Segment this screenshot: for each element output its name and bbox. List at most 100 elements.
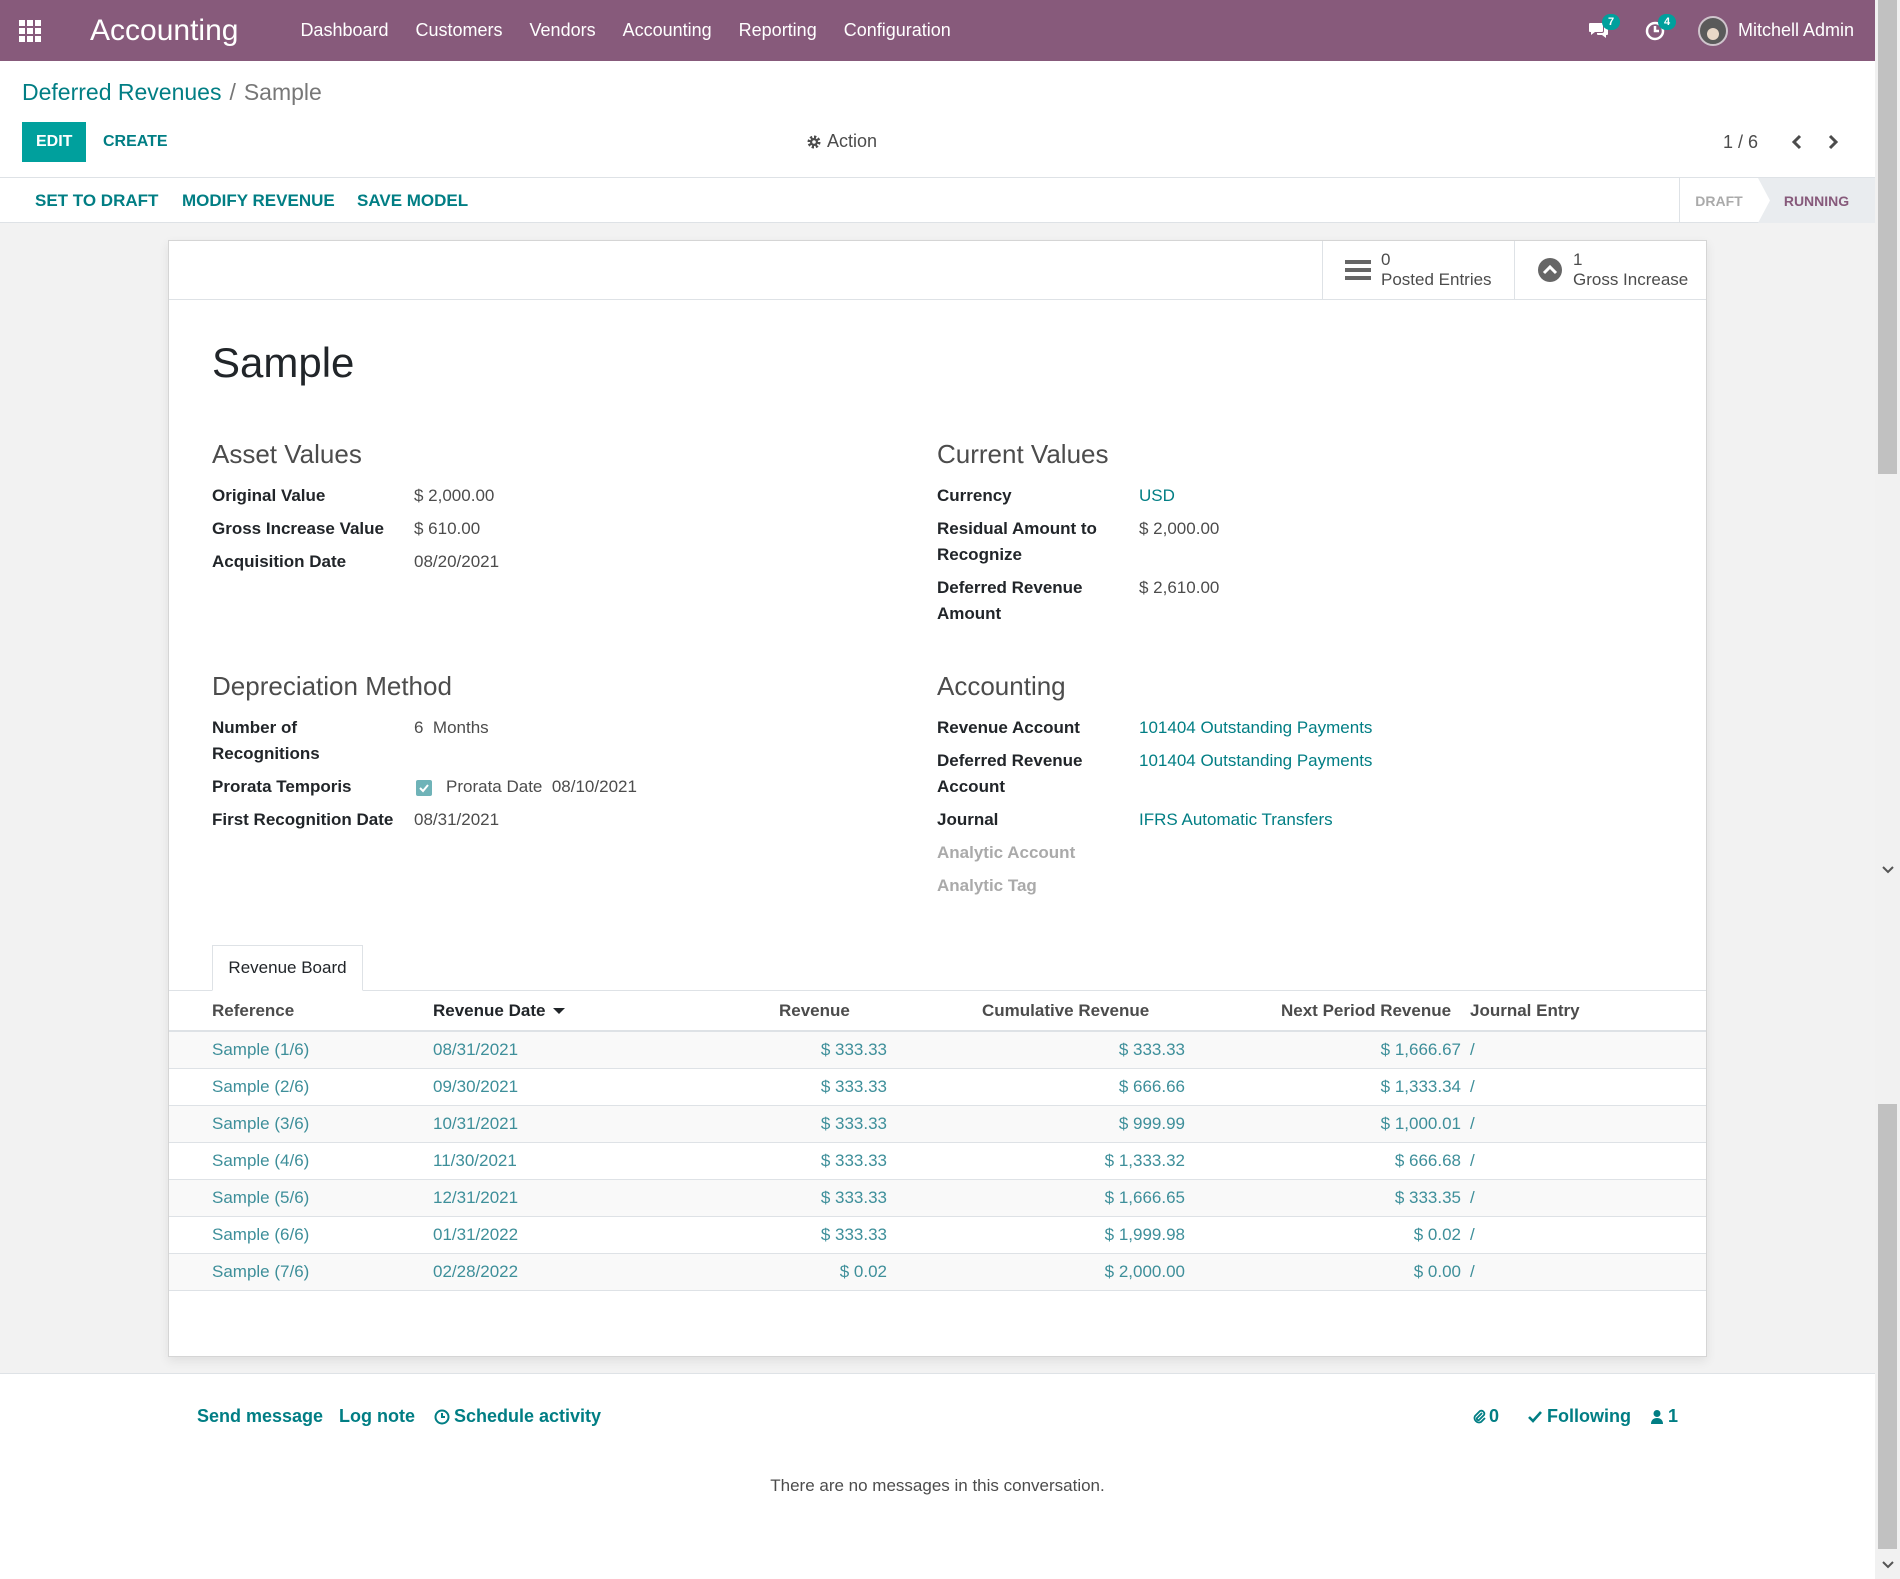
apps-menu-icon[interactable]	[0, 0, 60, 61]
currency-label: Currency	[937, 486, 1012, 505]
cell-reference: Sample (3/6)	[212, 1114, 310, 1133]
deferred-revenue-amount-label-line2: Amount	[937, 604, 1002, 623]
following-label: Following	[1547, 1406, 1631, 1426]
followers-count: 1	[1668, 1406, 1679, 1426]
send-message-button[interactable]: Send message	[197, 1406, 323, 1427]
chevron-right-icon	[1828, 134, 1839, 150]
cell-revenue: $ 333.33	[820, 1114, 887, 1133]
revenue-account-label: Revenue Account	[937, 718, 1080, 737]
table-row[interactable]: Sample (4/6) 11/30/2021 $ 333.33 $ 1,333.32…	[169, 1143, 1706, 1180]
column-header-next-period-revenue[interactable]: Next Period Revenue	[1281, 1001, 1451, 1021]
menu-item-accounting[interactable]: Accounting	[623, 20, 712, 41]
pager-previous-button[interactable]	[1783, 127, 1811, 157]
column-header-revenue-date[interactable]: Revenue Date	[433, 1001, 566, 1021]
activity-menu[interactable]: 4	[1642, 13, 1677, 44]
residual-amount: $ 2,000.00	[1139, 519, 1220, 538]
posted-entries-count: 0	[1381, 250, 1391, 269]
column-header-reference[interactable]: Reference	[212, 1001, 294, 1021]
user-avatar[interactable]	[1697, 15, 1728, 46]
cell-next-period-revenue: $ 1,000.01	[1380, 1114, 1461, 1133]
chevron-down-icon	[1882, 1561, 1894, 1569]
gross-increase-button[interactable]: 1 Gross Increase	[1514, 241, 1706, 299]
cell-journal-entry: /	[1470, 1040, 1475, 1059]
cell-cumulative-revenue: $ 1,333.32	[1104, 1151, 1185, 1170]
log-note-button[interactable]: Log note	[339, 1406, 415, 1427]
attachments-button[interactable]: 0	[1472, 1406, 1499, 1427]
cell-revenue-date: 02/28/2022	[433, 1262, 519, 1281]
action-dropdown[interactable]: Action	[806, 131, 877, 152]
status-running[interactable]: RUNNING	[1758, 178, 1875, 223]
app-brand[interactable]: Accounting	[90, 14, 238, 48]
breadcrumb-parent-link[interactable]: Deferred Revenues	[22, 79, 221, 105]
scrollbar-thumb[interactable]	[1878, 0, 1897, 474]
followers-button[interactable]: 1	[1650, 1406, 1678, 1427]
table-row[interactable]: Sample (3/6) 10/31/2021 $ 333.33 $ 999.99 $ …	[169, 1106, 1706, 1143]
cell-revenue: $ 333.33	[820, 1151, 887, 1170]
edit-button[interactable]: EDIT	[22, 122, 87, 162]
cell-next-period-revenue: $ 0.02	[1413, 1225, 1461, 1244]
gross-increase-value-label: Gross Increase Value	[212, 519, 384, 538]
smart-button-box: 0 Posted Entries 1 Gross Increase	[169, 241, 1706, 300]
gear-icon	[807, 135, 821, 148]
residual-amount-label: Residual Amount to Recognize	[937, 516, 1097, 568]
cell-journal-entry: /	[1470, 1114, 1475, 1133]
pager-value[interactable]: 1 / 6	[1723, 132, 1758, 153]
menu-item-vendors[interactable]: Vendors	[530, 20, 596, 41]
cell-journal-entry: /	[1470, 1225, 1475, 1244]
cell-reference: Sample (1/6)	[212, 1040, 310, 1059]
table-row[interactable]: Sample (1/6) 08/31/2021 $ 333.33 $ 333.33 $ …	[169, 1032, 1706, 1069]
recognitions-unit: Months	[432, 718, 489, 737]
column-header-revenue-date-label: Revenue Date	[433, 1001, 546, 1020]
scroll-bottom-arrow[interactable]	[1880, 1557, 1896, 1573]
gross-increase-value: $ 610.00	[414, 519, 481, 538]
attachments-count: 0	[1489, 1406, 1500, 1426]
residual-amount-label-line2: Recognize	[937, 545, 1023, 564]
cell-reference: Sample (5/6)	[212, 1188, 310, 1207]
status-draft[interactable]: DRAFT	[1679, 178, 1758, 223]
messaging-menu[interactable]: 7	[1586, 13, 1621, 44]
cell-next-period-revenue: $ 666.68	[1394, 1151, 1461, 1170]
record-title[interactable]: Sample	[212, 339, 354, 387]
scrollbar-thumb-lower[interactable]	[1878, 1104, 1897, 1549]
create-button[interactable]: CREATE	[103, 122, 168, 162]
original-value: $ 2,000.00	[414, 486, 495, 505]
clock-icon	[434, 1409, 450, 1424]
user-name[interactable]: Mitchell Admin	[1738, 20, 1854, 41]
revenue-account-link[interactable]: 101404 Outstanding Payments	[1139, 715, 1372, 741]
pager-next-button[interactable]	[1819, 127, 1847, 157]
table-row[interactable]: Sample (7/6) 02/28/2022 $ 0.02 $ 2,000.00 $ …	[169, 1254, 1706, 1291]
cell-revenue: $ 333.33	[820, 1077, 887, 1096]
residual-amount-label-line1: Residual Amount to	[937, 519, 1097, 538]
column-header-revenue[interactable]: Revenue	[779, 1001, 850, 1021]
table-row[interactable]: Sample (5/6) 12/31/2021 $ 333.33 $ 1,666.65…	[169, 1180, 1706, 1217]
deferred-revenue-amount-label: Deferred Revenue Amount	[937, 575, 1083, 627]
schedule-activity-button[interactable]: Schedule activity	[434, 1406, 601, 1427]
deferred-revenue-amount: $ 2,610.00	[1139, 578, 1220, 597]
scroll-down-arrow[interactable]	[1880, 862, 1896, 878]
deferred-revenue-account-link[interactable]: 101404 Outstanding Payments	[1139, 748, 1372, 774]
menu-item-dashboard[interactable]: Dashboard	[300, 20, 388, 41]
table-row[interactable]: Sample (2/6) 09/30/2021 $ 333.33 $ 666.66 $ …	[169, 1069, 1706, 1106]
journal-link[interactable]: IFRS Automatic Transfers	[1139, 807, 1333, 833]
original-value-label: Original Value	[212, 486, 326, 505]
following-button[interactable]: Following	[1527, 1406, 1631, 1427]
cell-cumulative-revenue: $ 1,666.65	[1104, 1188, 1185, 1207]
action-label: Action	[827, 131, 878, 151]
save-model-button[interactable]: SAVE MODEL	[357, 191, 468, 211]
column-header-journal-entry[interactable]: Journal Entry	[1470, 1001, 1580, 1021]
number-of-recognitions-label-line1: Number of	[212, 718, 297, 737]
menu-item-customers[interactable]: Customers	[416, 20, 503, 41]
modify-revenue-button[interactable]: MODIFY REVENUE	[182, 191, 335, 211]
set-to-draft-button[interactable]: SET TO DRAFT	[35, 191, 158, 211]
menu-item-reporting[interactable]: Reporting	[739, 20, 817, 41]
column-header-cumulative-revenue[interactable]: Cumulative Revenue	[982, 1001, 1149, 1021]
table-row[interactable]: Sample (6/6) 01/31/2022 $ 333.33 $ 1,999.98…	[169, 1217, 1706, 1254]
currency-link[interactable]: USD	[1139, 483, 1175, 509]
cell-journal-entry: /	[1470, 1151, 1475, 1170]
prorata-temporis-checkbox[interactable]	[416, 780, 432, 796]
cell-journal-entry: /	[1470, 1077, 1475, 1096]
acquisition-date: 08/20/2021	[414, 552, 500, 571]
posted-entries-button[interactable]: 0 Posted Entries	[1322, 241, 1514, 299]
menu-item-configuration[interactable]: Configuration	[844, 20, 951, 41]
tab-revenue-board[interactable]: Revenue Board	[212, 945, 363, 991]
